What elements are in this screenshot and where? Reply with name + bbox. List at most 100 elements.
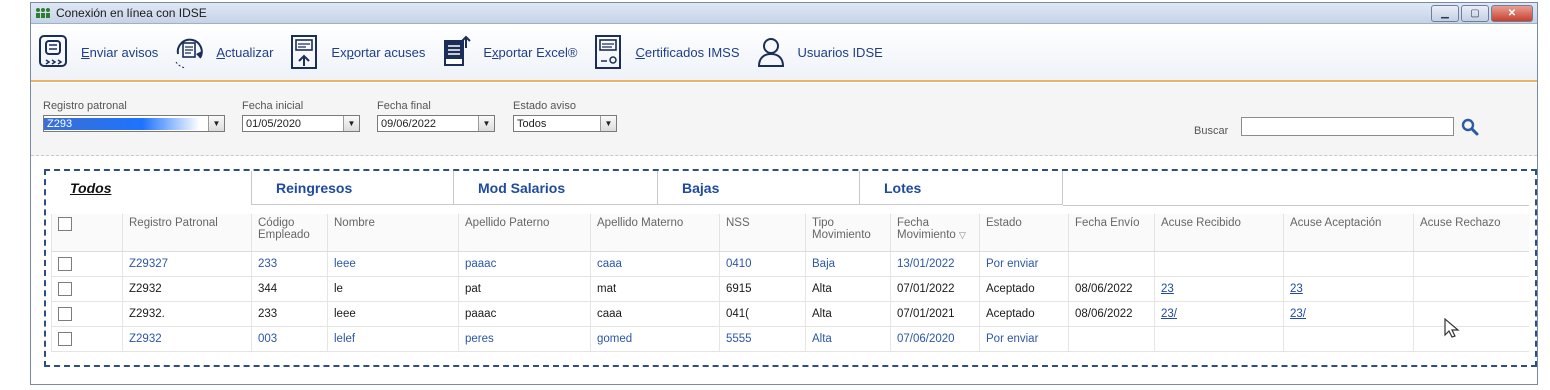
fecha-final-picker[interactable]: 09/06/2022 ▼	[377, 115, 495, 132]
search-label: Buscar	[1194, 125, 1229, 137]
col-acuse-recibido[interactable]: Acuse Recibido	[1154, 214, 1284, 252]
col-tipo-movimiento[interactable]: Tipo Movimiento	[805, 214, 891, 252]
cell-ap-materno: caaa	[590, 251, 720, 277]
row-checkbox[interactable]	[58, 307, 72, 321]
tab-mod-salarios[interactable]: Mod Salarios	[454, 171, 658, 205]
col-codigo-empleado[interactable]: Código Empleado	[251, 214, 328, 252]
col-fecha-envio[interactable]: Fecha Envío	[1068, 214, 1155, 252]
cell-nombre: lelef	[327, 326, 459, 352]
cell-codigo: 344	[251, 276, 328, 302]
exportar-excel-button[interactable]: Exportar Excel®	[439, 33, 577, 71]
actualizar-button[interactable]: Actualizar	[172, 33, 273, 71]
cell-ap-paterno: paaac	[458, 251, 591, 277]
chevron-down-icon[interactable]: ▼	[600, 116, 616, 131]
acuse-recibido-link[interactable]: 23/	[1161, 308, 1177, 320]
col-acuse-rechazo[interactable]: Acuse Rechazo	[1413, 214, 1529, 252]
search-icon[interactable]	[1461, 118, 1479, 136]
chevron-down-icon[interactable]: ▼	[343, 116, 359, 131]
minimize-button[interactable]: ▁	[1431, 5, 1459, 22]
enviar-avisos-button[interactable]: Enviar avisos	[37, 33, 158, 71]
fecha-final-label: Fecha final	[377, 100, 431, 112]
table-row[interactable]: Z29327 233 leee paaac caaa 0410 Baja 13/…	[51, 251, 1529, 277]
tab-bajas[interactable]: Bajas	[658, 171, 860, 205]
table-header-row: Registro Patronal Código Empleado Nombre…	[51, 214, 1529, 252]
usuarios-idse-label: Usuarios IDSE	[797, 44, 883, 60]
col-nss[interactable]: NSS	[719, 214, 806, 252]
cell-acuse-recibido: 23/	[1154, 301, 1284, 327]
maximize-icon: ▢	[1470, 8, 1480, 19]
tab-strip: Todos Reingresos Mod Salarios Bajas Lote…	[46, 171, 1529, 209]
col-nombre[interactable]: Nombre	[327, 214, 459, 252]
tab-lotes[interactable]: Lotes	[860, 171, 1063, 205]
cell-registro: Z29327	[122, 251, 252, 277]
cell-registro: Z2932	[122, 326, 252, 352]
col-acuse-aceptacion[interactable]: Acuse Aceptación	[1283, 214, 1414, 252]
cell-tipo: Alta	[805, 301, 891, 327]
tab-strip-filler	[1063, 171, 1529, 206]
row-checkbox[interactable]	[58, 332, 72, 346]
usuarios-idse-button[interactable]: Usuarios IDSE	[754, 33, 883, 71]
col-apellido-materno[interactable]: Apellido Materno	[590, 214, 720, 252]
cell-acuse-rechazo	[1413, 276, 1529, 302]
table-row[interactable]: Z2932. 233 leee paaac caaa 041( Alta 07/…	[51, 301, 1529, 327]
cell-acuse-aceptacion: 23/	[1283, 301, 1414, 327]
cell-nombre: le	[327, 276, 459, 302]
cell-acuse-rechazo	[1413, 301, 1529, 327]
certificados-imss-button[interactable]: Certificados IMSS	[591, 33, 740, 71]
user-icon	[754, 33, 788, 71]
cell-fecha-envio: 08/06/2022	[1068, 276, 1155, 302]
cell-registro: Z2932	[122, 276, 252, 302]
title-bar: Conexión en línea con IDSE ▁ ▢ ✕	[31, 3, 1537, 24]
fecha-final-value: 09/06/2022	[381, 117, 437, 130]
cell-codigo: 233	[251, 301, 328, 327]
cell-estado: Aceptado	[979, 301, 1069, 327]
table-row[interactable]: Z2932 344 le pat mat 6915 Alta 07/01/202…	[51, 276, 1529, 302]
close-icon: ✕	[1507, 8, 1517, 19]
fecha-inicial-picker[interactable]: 01/05/2020 ▼	[242, 115, 360, 132]
registro-patronal-select[interactable]: Z293 ▼	[43, 115, 225, 132]
maximize-button[interactable]: ▢	[1461, 5, 1489, 22]
cell-estado: Aceptado	[979, 276, 1069, 302]
col-apellido-paterno[interactable]: Apellido Paterno	[458, 214, 591, 252]
window-controls: ▁ ▢ ✕	[1431, 5, 1533, 22]
refresh-icon	[172, 33, 206, 71]
tab-reingresos[interactable]: Reingresos	[252, 171, 454, 205]
select-all-checkbox[interactable]	[58, 217, 72, 231]
fecha-inicial-group: Fecha inicial 01/05/2020 ▼	[242, 100, 360, 132]
acuse-recibido-link[interactable]: 23	[1161, 283, 1174, 295]
cell-ap-materno: mat	[590, 276, 720, 302]
col-registro-patronal[interactable]: Registro Patronal	[122, 214, 252, 252]
estado-aviso-select[interactable]: Todos ▼	[513, 115, 617, 132]
cell-fecha-mov: 07/01/2021	[890, 301, 980, 327]
close-button[interactable]: ✕	[1491, 5, 1533, 22]
cell-fecha-envio	[1068, 251, 1155, 277]
exportar-excel-label: Exportar Excel®	[483, 44, 578, 60]
cell-nss: 041(	[719, 301, 806, 327]
cell-acuse-aceptacion	[1283, 326, 1414, 352]
cell-acuse-recibido	[1154, 251, 1284, 277]
acuse-aceptacion-link[interactable]: 23/	[1290, 308, 1306, 320]
tab-todos[interactable]: Todos	[46, 171, 252, 205]
cell-codigo: 003	[251, 326, 328, 352]
cell-tipo: Baja	[805, 251, 891, 277]
row-checkbox-cell	[51, 326, 123, 352]
table-row[interactable]: Z2932 003 lelef peres gomed 5555 Alta 07…	[51, 326, 1529, 352]
search-input[interactable]	[1241, 117, 1454, 136]
row-checkbox-cell	[51, 251, 123, 277]
fecha-final-group: Fecha final 09/06/2022 ▼	[377, 100, 495, 132]
cell-fecha-envio: 08/06/2022	[1068, 301, 1155, 327]
cell-ap-materno: caaa	[590, 301, 720, 327]
col-estado[interactable]: Estado	[979, 214, 1069, 252]
row-checkbox-cell	[51, 301, 123, 327]
row-checkbox[interactable]	[58, 257, 72, 271]
cell-nss: 5555	[719, 326, 806, 352]
registro-patronal-value: Z293	[44, 117, 208, 130]
acuse-aceptacion-link[interactable]: 23	[1290, 283, 1303, 295]
row-checkbox[interactable]	[58, 282, 72, 296]
chevron-down-icon[interactable]: ▼	[478, 116, 494, 131]
chevron-down-icon[interactable]: ▼	[208, 116, 224, 131]
exportar-acuses-button[interactable]: Exportar acuses	[287, 33, 425, 71]
cell-fecha-envio	[1068, 326, 1155, 352]
movements-table: Registro Patronal Código Empleado Nombre…	[51, 214, 1529, 352]
col-fecha-movimiento[interactable]: Fecha Movimiento ▽	[890, 214, 980, 252]
